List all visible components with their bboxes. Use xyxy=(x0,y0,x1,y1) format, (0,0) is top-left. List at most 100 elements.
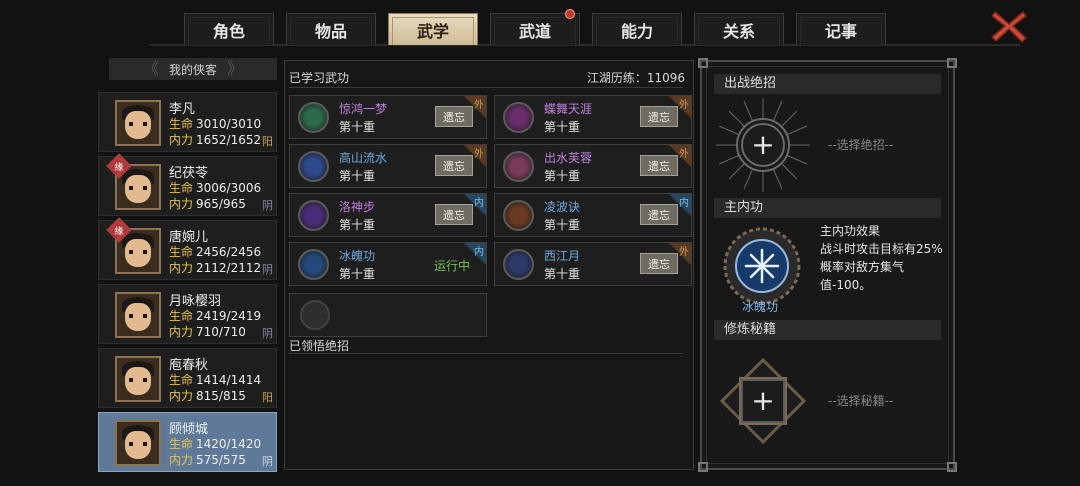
tab-label: 武学 xyxy=(416,21,449,41)
corner-ornament xyxy=(947,58,957,68)
avatar xyxy=(115,420,161,466)
skill-level: 第十重 xyxy=(339,120,376,134)
chevron-right-icon: 》 xyxy=(226,59,243,78)
hero-mp: 内力 710/710 xyxy=(169,325,246,339)
skill-card[interactable]: 洛神步 第十重 遗忘内 xyxy=(289,193,487,237)
skill-level: 第十重 xyxy=(544,120,581,134)
close-icon[interactable] xyxy=(990,8,1028,44)
hero-mp: 内力 965/965 xyxy=(169,197,246,211)
empty-slot-icon xyxy=(300,300,330,330)
skill-card[interactable]: 惊鸿一梦 第十重 遗忘外 xyxy=(289,95,487,139)
hero-hp: 生命 3010/3010 xyxy=(169,117,262,131)
skill-type-label: 外 xyxy=(474,100,484,111)
hero-mp: 内力 1652/1652 xyxy=(169,133,262,147)
skill-icon xyxy=(503,249,534,280)
battle-skill-header: 出战绝招 xyxy=(714,74,941,94)
hero-hp: 生命 1420/1420 xyxy=(169,437,262,451)
skill-card[interactable]: 凌波诀 第十重 遗忘内 xyxy=(494,193,692,237)
skill-icon xyxy=(503,151,534,182)
hero-mp: 内力 575/575 xyxy=(169,453,246,467)
nature-badge: 阴 xyxy=(262,199,273,212)
effect-text: 战斗时攻击目标有25%概率对敌方集气值-100。 xyxy=(820,242,943,292)
main-skill-icon[interactable] xyxy=(722,226,802,306)
hero-card-selected[interactable]: 顾倾城 生命 1420/1420 内力 575/575 阴 xyxy=(98,412,277,472)
skill-type-label: 外 xyxy=(474,149,484,160)
exp-counter: 江湖历练：11096 xyxy=(586,71,685,85)
select-battle-skill-button[interactable]: + xyxy=(741,123,785,167)
chevron-left-icon: 《 xyxy=(143,59,160,78)
skill-name: 洛神步 xyxy=(339,200,376,214)
empty-skill-slot[interactable] xyxy=(289,293,487,337)
tab-martial-arts[interactable]: 武学 xyxy=(388,13,478,45)
hero-hp: 生命 2419/2419 xyxy=(169,309,262,323)
effect-title: 主内功效果 xyxy=(820,224,881,238)
tab-label: 物品 xyxy=(314,21,347,41)
tab-label: 武道 xyxy=(518,21,551,41)
skill-level: 第十重 xyxy=(339,169,376,183)
tab-label: 角色 xyxy=(212,21,245,41)
game-screen: 角色 物品 武学 武道 能力 关系 记事 《 我的侠客 》 李凡 生命 3010/… xyxy=(0,0,1080,486)
bond-badge-label: 缘 xyxy=(114,226,124,237)
comprehended-title: 已领悟绝招 xyxy=(289,339,350,353)
skill-type-label: 外 xyxy=(679,100,689,111)
avatar xyxy=(115,100,161,146)
hero-card[interactable]: 庖春秋 生命 1414/1414 内力 815/815 阳 xyxy=(98,348,277,408)
skill-level: 第十重 xyxy=(544,169,581,183)
skill-type-label: 外 xyxy=(679,149,689,160)
learned-skills-panel: 已学习武功 江湖历练：11096 惊鸿一梦 第十重 遗忘外蝶舞天涯 第十重 遗忘外高山流… xyxy=(284,60,694,470)
main-skill-name: 冰魄功 xyxy=(742,300,779,314)
skill-card[interactable]: 高山流水 第十重 遗忘外 xyxy=(289,144,487,188)
select-manual-button[interactable]: + xyxy=(741,379,785,423)
hero-card[interactable]: 月咏樱羽 生命 2419/2419 内力 710/710 阴 xyxy=(98,284,277,344)
main-internal-header: 主内功 xyxy=(714,198,941,218)
nature-badge: 阳 xyxy=(262,391,273,404)
skill-type-label: 外 xyxy=(679,247,689,258)
equip-panel: 出战绝招 + --选择绝招-- 主内功 冰魄功 主内功效果 战斗时攻击目标有25 xyxy=(698,58,957,472)
skill-icon xyxy=(298,200,329,231)
hero-list-header: 《 我的侠客 》 xyxy=(109,58,277,80)
hero-card[interactable]: 缘 唐婉儿 生命 2456/2456 内力 2112/2112 阴 xyxy=(98,217,277,280)
skill-level: 第十重 xyxy=(544,218,581,232)
tab-label: 能力 xyxy=(620,21,653,41)
skill-type-label: 内 xyxy=(679,198,689,209)
skill-name: 蝶舞天涯 xyxy=(544,102,593,116)
skill-card[interactable]: 西江月 第十重 遗忘外 xyxy=(494,242,692,286)
hero-hp: 生命 1414/1414 xyxy=(169,373,262,387)
skill-level: 第十重 xyxy=(544,267,581,281)
manual-header: 修炼秘籍 xyxy=(714,320,941,340)
tab-relations[interactable]: 关系 xyxy=(694,13,784,45)
skill-name: 凌波诀 xyxy=(544,200,581,214)
tab-character[interactable]: 角色 xyxy=(184,13,274,45)
tab-abilities[interactable]: 能力 xyxy=(592,13,682,45)
skill-name: 惊鸿一梦 xyxy=(339,102,388,116)
skill-name: 出水芙蓉 xyxy=(544,151,593,165)
tab-martial-way[interactable]: 武道 xyxy=(490,9,580,45)
skill-icon xyxy=(298,249,329,280)
skill-card[interactable]: 冰魄功 第十重 运行中内 xyxy=(289,242,487,286)
skill-type-label: 内 xyxy=(474,247,484,258)
hero-mp: 内力 815/815 xyxy=(169,389,246,403)
learned-title: 已学习武功 xyxy=(289,71,350,85)
bond-badge-label: 缘 xyxy=(114,162,124,173)
corner-ornament xyxy=(698,462,708,472)
hero-card[interactable]: 缘 纪茯苓 生命 3006/3006 内力 965/965 阴 xyxy=(98,153,277,216)
hero-card[interactable]: 李凡 生命 3010/3010 内力 1652/1652 阳 xyxy=(98,92,277,152)
plus-icon: + xyxy=(751,384,775,417)
tab-journal[interactable]: 记事 xyxy=(796,13,886,45)
tab-divider xyxy=(150,44,1020,46)
skill-name: 冰魄功 xyxy=(339,249,376,263)
skill-card[interactable]: 出水芙蓉 第十重 遗忘外 xyxy=(494,144,692,188)
hero-hp: 生命 2456/2456 xyxy=(169,245,262,259)
tab-bar: 角色 物品 武学 武道 能力 关系 记事 xyxy=(0,0,1080,48)
skill-name: 西江月 xyxy=(544,249,581,263)
nature-badge: 阳 xyxy=(262,135,273,148)
tab-items[interactable]: 物品 xyxy=(286,13,376,45)
skill-card[interactable]: 蝶舞天涯 第十重 遗忘外 xyxy=(494,95,692,139)
nature-badge: 阴 xyxy=(262,263,273,276)
nature-badge: 阴 xyxy=(262,455,273,468)
skill-icon xyxy=(503,200,534,231)
skill-icon xyxy=(298,151,329,182)
corner-ornament xyxy=(947,462,957,472)
skill-level: 第十重 xyxy=(339,218,376,232)
skill-name: 高山流水 xyxy=(339,151,388,165)
